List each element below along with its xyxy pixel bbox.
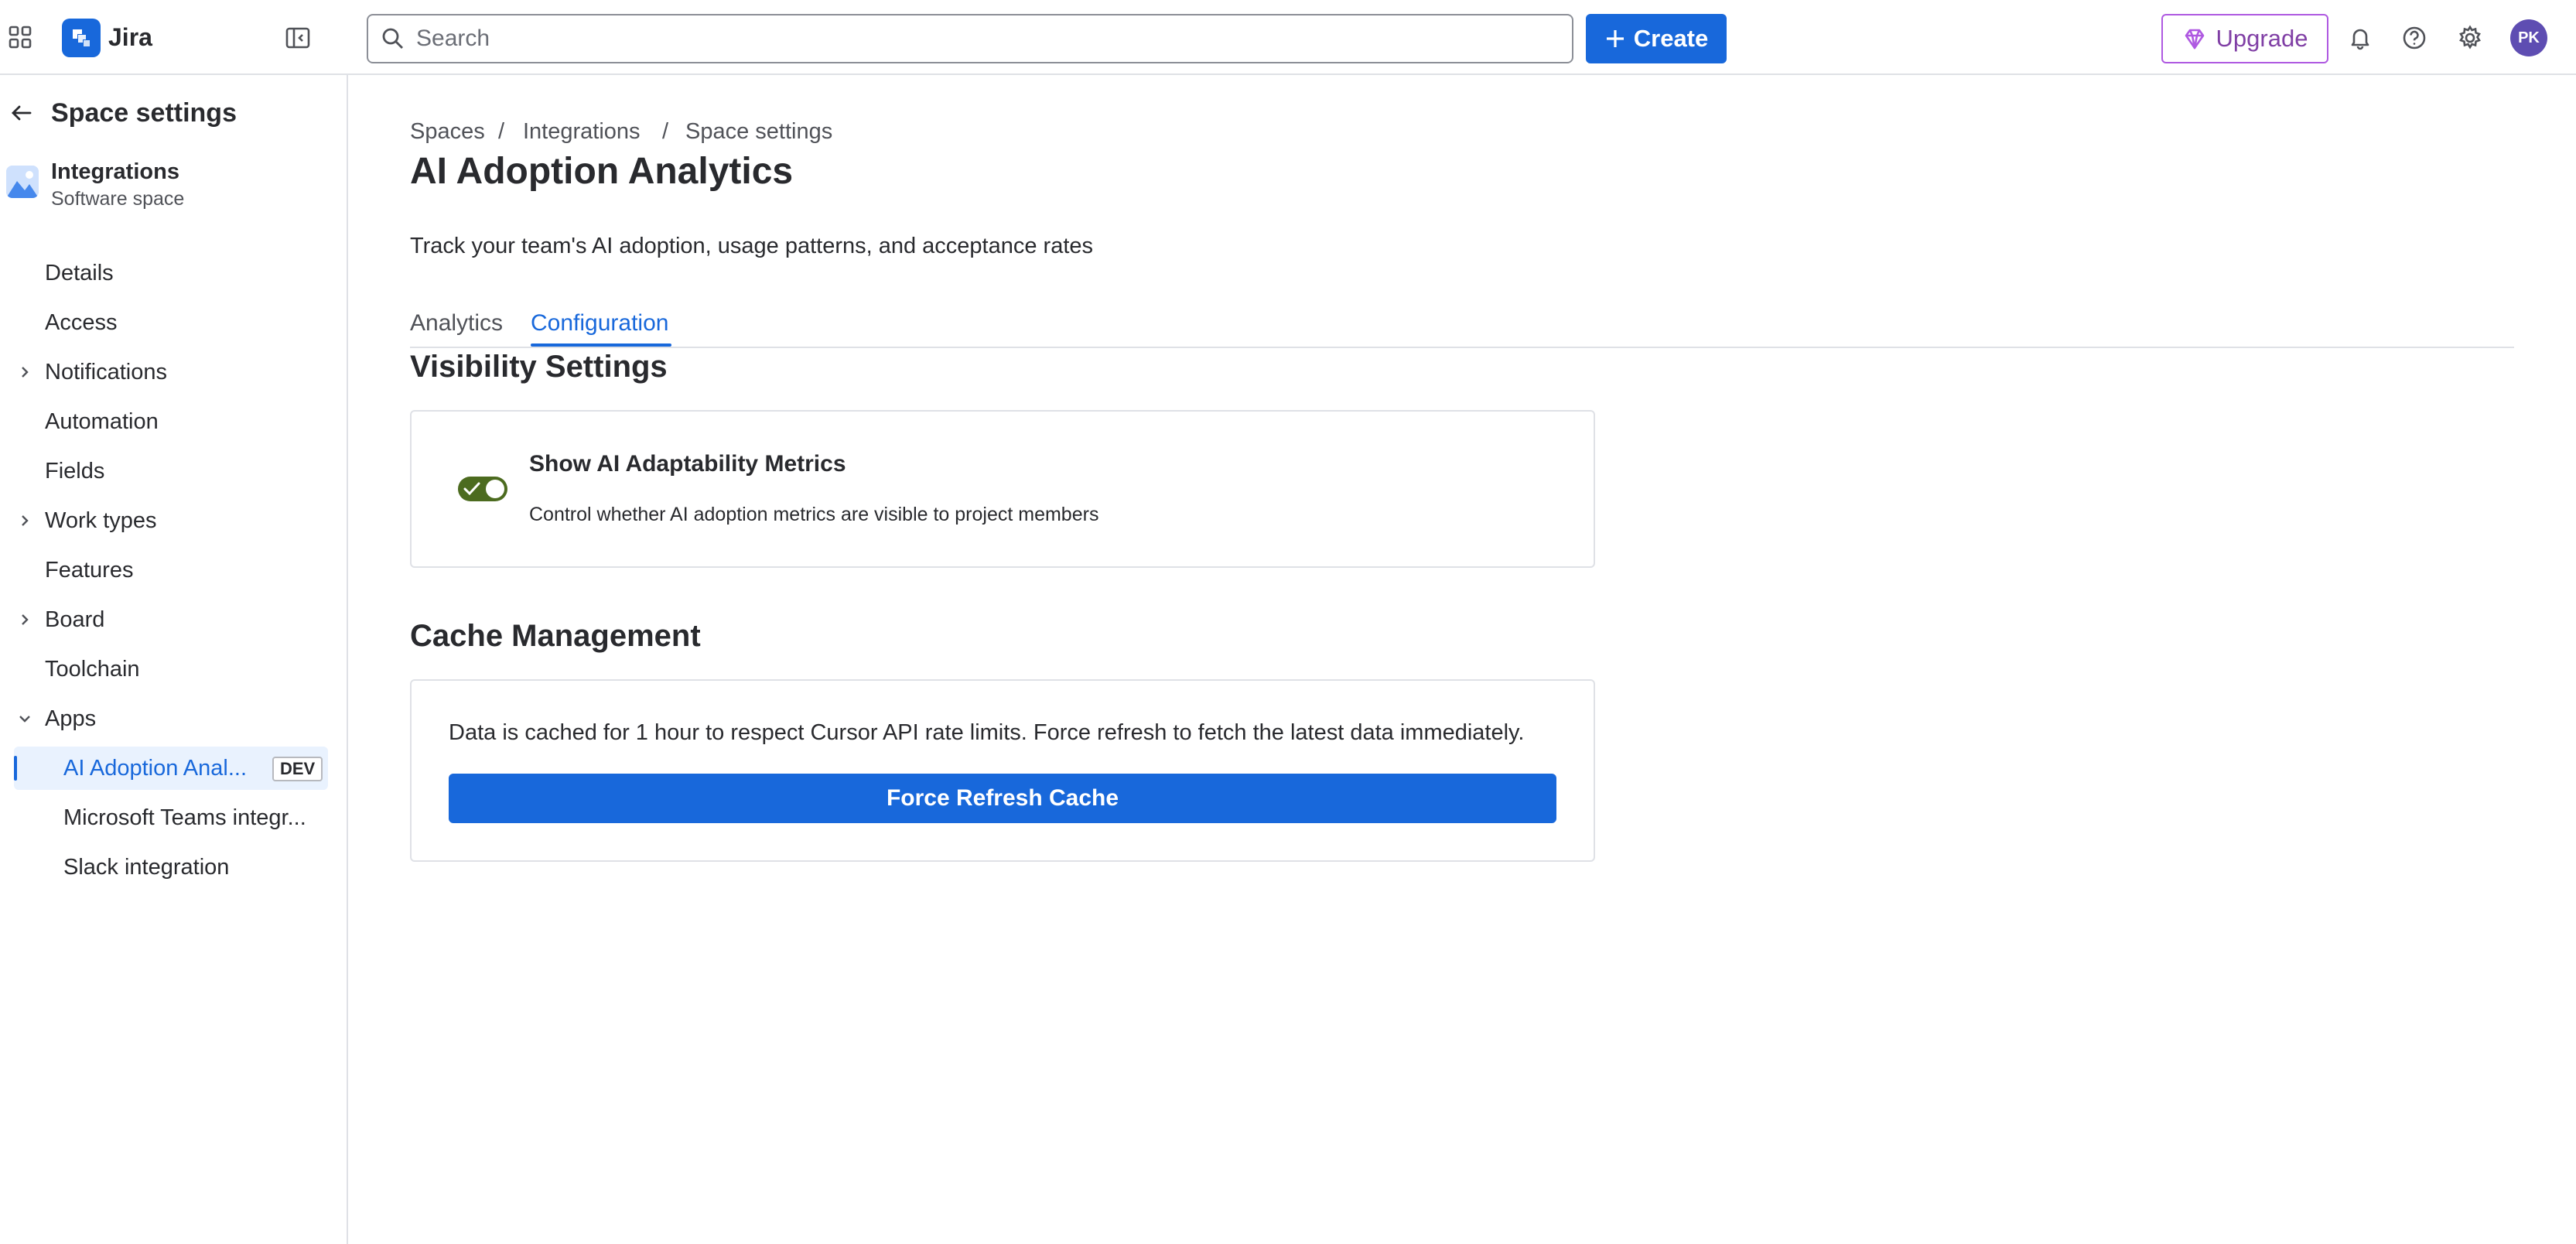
search-icon [382, 28, 403, 49]
sidebar-item-label: Work types [45, 508, 157, 533]
tab-analytics[interactable]: Analytics [410, 308, 503, 347]
app-switcher-icon[interactable] [5, 19, 36, 56]
sidebar-item-label: Access [45, 309, 118, 335]
chevron-right-icon[interactable] [14, 361, 36, 383]
show-metrics-toggle[interactable] [458, 477, 507, 501]
sidebar-item-work-types[interactable]: Work types [14, 499, 328, 542]
toggle-knob [486, 480, 504, 498]
gem-icon [2185, 29, 2204, 50]
breadcrumb-spaces[interactable]: Spaces [410, 116, 485, 147]
create-button-label: Create [1633, 25, 1709, 52]
breadcrumb-space-settings[interactable]: Space settings [685, 116, 832, 147]
sidebar-item-label: Microsoft Teams integr... [63, 805, 306, 830]
sidebar-item-label: AI Adoption Anal... [63, 755, 248, 781]
cache-management-card [410, 679, 1595, 862]
tab-configuration[interactable]: Configuration [531, 308, 668, 347]
page-title: AI Adoption Analytics [410, 151, 794, 192]
page-description: Track your team's AI adoption, usage pat… [410, 234, 1094, 258]
sidebar-item-label: Features [45, 557, 134, 583]
breadcrumb-integrations[interactable]: Integrations [523, 116, 641, 147]
space-name[interactable]: Integrations [51, 158, 179, 186]
sidebar-item-label: Fields [45, 458, 105, 484]
visibility-settings-heading: Visibility Settings [410, 350, 668, 384]
dev-badge: DEV [272, 757, 323, 781]
sidebar-toggle-icon[interactable] [280, 20, 316, 56]
selected-indicator [14, 756, 17, 781]
toggle-label: Show AI Adaptability Metrics [529, 451, 846, 477]
sidebar-item-label: Details [45, 260, 114, 285]
help-icon[interactable] [2397, 20, 2432, 56]
sidebar-item-slack[interactable]: Slack integration [14, 846, 328, 889]
sidebar-item-notifications[interactable]: Notifications [14, 350, 328, 394]
sidebar-item-label: Slack integration [63, 854, 230, 880]
bell-icon[interactable] [2342, 20, 2378, 56]
search-input[interactable] [415, 25, 1544, 53]
sidebar-item-features[interactable]: Features [14, 549, 328, 592]
sidebar-item-label: Toolchain [45, 656, 140, 682]
sidebar-item-apps[interactable]: Apps [14, 697, 328, 740]
search-bar[interactable] [367, 14, 1573, 63]
visibility-settings-card [410, 410, 1595, 568]
sidebar-item-microsoft-teams[interactable]: Microsoft Teams integr... [14, 796, 328, 839]
space-avatar-icon [6, 166, 39, 198]
cache-description: Data is cached for 1 hour to respect Cur… [449, 720, 1525, 745]
chevron-right-icon[interactable] [14, 609, 36, 631]
upgrade-button[interactable]: Upgrade [2161, 14, 2328, 63]
sidebar-item-label: Apps [45, 706, 97, 731]
sidebar-item-access[interactable]: Access [14, 301, 328, 344]
check-icon [463, 482, 480, 496]
force-refresh-cache-button[interactable]: Force Refresh Cache [449, 774, 1556, 823]
product-name[interactable]: Jira [108, 22, 152, 53]
chevron-down-icon[interactable] [14, 708, 36, 730]
breadcrumb-separator: / [662, 119, 669, 144]
breadcrumb-separator: / [498, 119, 505, 144]
sidebar-item-label: Notifications [45, 359, 167, 384]
space-type: Software space [51, 188, 185, 210]
plus-icon [1606, 30, 1624, 47]
sidebar-item-label: Board [45, 607, 105, 632]
sidebar-item-ai-adoption-analytics[interactable]: AI Adoption Anal... DEV [14, 747, 328, 790]
sidebar-item-automation[interactable]: Automation [14, 400, 328, 443]
sidebar-item-toolchain[interactable]: Toolchain [14, 648, 328, 691]
create-button[interactable]: Create [1586, 14, 1727, 63]
cache-management-heading: Cache Management [410, 619, 701, 653]
jira-logo-icon[interactable] [62, 19, 101, 57]
tabs-divider [410, 347, 2514, 348]
back-arrow-icon[interactable] [6, 97, 37, 128]
gear-icon[interactable] [2452, 20, 2488, 56]
sidebar-item-label: Automation [45, 408, 159, 434]
user-avatar[interactable]: PK [2510, 19, 2547, 56]
chevron-right-icon[interactable] [14, 510, 36, 531]
toggle-description: Control whether AI adoption metrics are … [529, 504, 1099, 525]
sidebar-item-fields[interactable]: Fields [14, 449, 328, 493]
sidebar-item-details[interactable]: Details [14, 251, 328, 295]
sidebar-item-board[interactable]: Board [14, 598, 328, 641]
sidebar-title: Space settings [51, 98, 237, 128]
upgrade-button-label: Upgrade [2216, 25, 2308, 52]
